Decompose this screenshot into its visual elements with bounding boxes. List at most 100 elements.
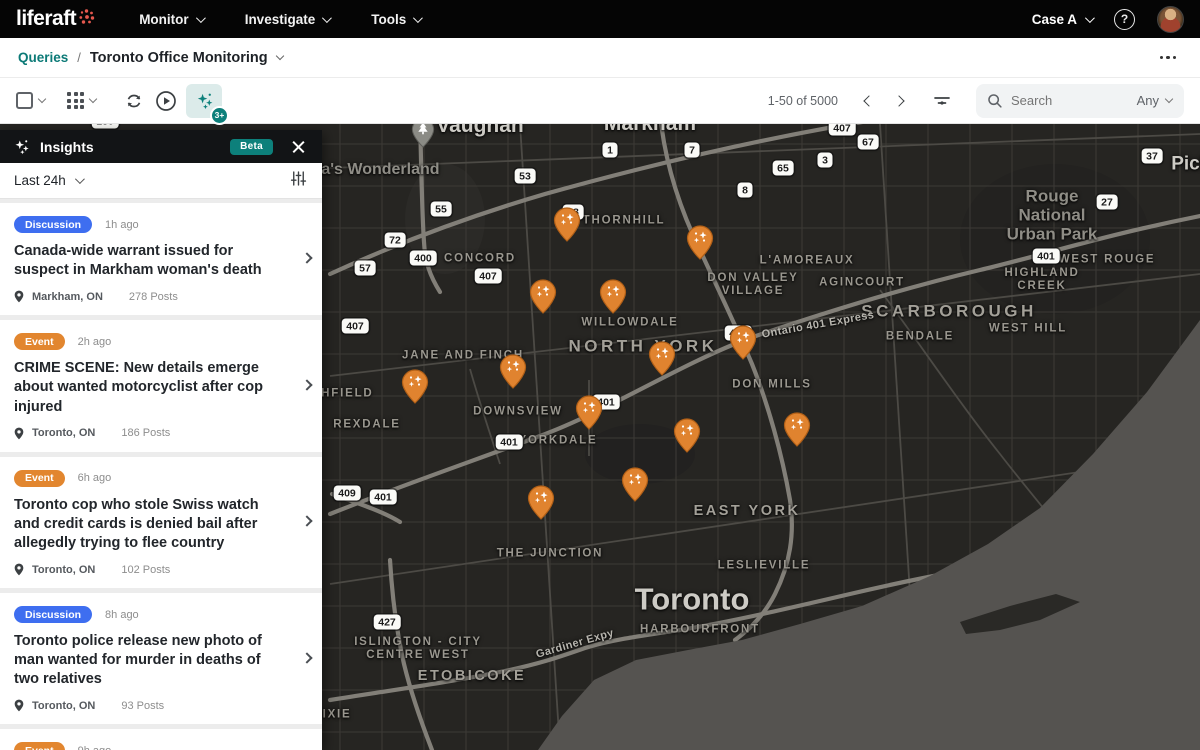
insight-post-count: 93 Posts — [121, 699, 165, 712]
breadcrumb-queries-link[interactable]: Queries — [18, 50, 68, 65]
insights-sparkle-icon — [15, 140, 29, 155]
insights-toggle-button[interactable]: 3+ — [186, 83, 229, 125]
insights-filter-row: Last 24h — [0, 163, 322, 199]
beta-badge: Beta — [230, 138, 273, 155]
select-all-dropdown[interactable] — [16, 92, 47, 109]
search-box[interactable]: Any — [976, 83, 1184, 118]
chevron-down-icon — [1084, 12, 1095, 23]
insights-settings-button[interactable] — [289, 169, 308, 193]
menu-tools[interactable]: Tools — [371, 11, 424, 27]
chevron-right-icon — [301, 515, 313, 527]
insight-map-pin[interactable] — [599, 279, 627, 319]
insight-map-pin[interactable] — [401, 369, 429, 409]
time-range-label: Last 24h — [14, 173, 66, 188]
insight-time: 6h ago — [77, 472, 112, 485]
filter-button[interactable] — [926, 85, 958, 117]
insight-map-pin[interactable] — [499, 354, 527, 394]
insight-title: Toronto cop who stole Swiss watch and cr… — [14, 496, 259, 551]
menu-investigate[interactable]: Investigate — [245, 12, 333, 27]
chevron-right-icon — [301, 252, 313, 264]
chevron-down-icon — [322, 12, 333, 23]
breadcrumb: Queries / Toronto Office Monitoring — [0, 38, 1200, 78]
insight-post-count: 186 Posts — [121, 427, 171, 440]
refresh-button[interactable] — [118, 85, 150, 117]
insight-card[interactable]: Event 6h ago Toronto cop who stole Swiss… — [0, 456, 322, 588]
insight-map-pin[interactable] — [729, 325, 757, 365]
time-range-dropdown[interactable]: Last 24h — [14, 173, 85, 188]
chevron-down-icon — [88, 94, 98, 104]
insights-card-list: Discussion 1h ago Canada-wide warrant is… — [0, 199, 322, 750]
menu-tools-label: Tools — [371, 11, 407, 27]
location-pin-icon — [14, 427, 24, 439]
insight-time: 2h ago — [77, 335, 112, 348]
logo-burst-icon — [79, 9, 95, 24]
insight-post-count: 102 Posts — [121, 563, 171, 576]
next-page-button[interactable] — [886, 88, 912, 114]
play-button[interactable] — [150, 85, 182, 117]
case-selector[interactable]: Case A — [1031, 11, 1095, 27]
more-options-button[interactable] — [1154, 50, 1183, 66]
insight-map-pin[interactable] — [621, 467, 649, 507]
menu-monitor-label: Monitor — [139, 11, 189, 27]
liferaft-logo[interactable]: liferaft — [16, 7, 95, 31]
search-icon — [988, 94, 1002, 108]
case-selector-label: Case A — [1031, 11, 1077, 27]
insight-location: Markham, ON — [32, 290, 103, 303]
insights-panel-title: Insights — [40, 138, 94, 155]
select-all-checkbox[interactable] — [16, 92, 33, 109]
breadcrumb-separator: / — [77, 50, 81, 65]
insights-count-badge: 3+ — [210, 105, 229, 125]
insight-card[interactable]: Discussion 1h ago Canada-wide warrant is… — [0, 203, 322, 316]
insights-sparkle-icon — [197, 93, 212, 110]
layout-dropdown[interactable] — [67, 92, 98, 109]
app-window: VaughanMarkhamTorontoPickeringCanada's W… — [0, 0, 1200, 750]
insight-location: Toronto, ON — [32, 699, 96, 712]
chevron-down-icon — [74, 174, 85, 185]
close-icon[interactable] — [288, 136, 310, 158]
insights-panel: Insights Beta Last 24h Discussion 1h ago… — [0, 130, 322, 750]
insight-location: Toronto, ON — [32, 427, 96, 440]
insight-location: Toronto, ON — [32, 563, 96, 576]
insight-type-badge: Event — [14, 333, 65, 351]
chevron-down-icon[interactable] — [275, 51, 284, 61]
insight-map-pin[interactable] — [529, 279, 557, 319]
location-pin-icon — [14, 563, 24, 576]
sliders-icon — [290, 170, 307, 186]
user-avatar[interactable] — [1157, 5, 1184, 33]
chevron-down-icon — [1164, 94, 1174, 104]
insight-map-pin[interactable] — [648, 341, 676, 381]
insight-time: 8h ago — [105, 608, 139, 621]
chevron-right-icon — [301, 652, 313, 664]
help-button[interactable]: ? — [1114, 8, 1135, 30]
insight-map-pin[interactable] — [527, 485, 555, 525]
filter-icon — [934, 96, 950, 105]
insight-card[interactable]: Event 9h ago Whooping cough cases more t… — [0, 729, 322, 750]
insight-type-badge: Discussion — [14, 606, 93, 623]
top-navbar: liferaft Monitor Investigate Tools Case … — [0, 0, 1200, 38]
insight-type-badge: Discussion — [14, 216, 93, 233]
refresh-icon — [127, 94, 141, 107]
play-icon — [156, 90, 176, 111]
search-input[interactable] — [1011, 93, 1129, 108]
insight-card[interactable]: Discussion 8h ago Toronto police release… — [0, 593, 322, 725]
menu-monitor[interactable]: Monitor — [139, 11, 206, 27]
insight-map-pin[interactable] — [575, 395, 603, 435]
park-map-pin[interactable] — [411, 124, 435, 153]
insight-map-pin[interactable] — [686, 225, 714, 265]
insight-map-pin[interactable] — [553, 207, 581, 247]
question-mark-icon: ? — [1120, 12, 1129, 26]
insight-title: CRIME SCENE: New details emerge about wa… — [14, 360, 263, 415]
chevron-down-icon — [37, 94, 47, 104]
chevron-down-icon — [195, 12, 206, 23]
insight-card[interactable]: Event 2h ago CRIME SCENE: New details em… — [0, 320, 322, 452]
search-scope-dropdown[interactable]: Any — [1137, 93, 1174, 108]
chevron-right-icon — [301, 379, 313, 391]
location-pin-icon — [14, 290, 24, 303]
prev-page-button[interactable] — [856, 88, 882, 114]
insight-map-pin[interactable] — [673, 418, 701, 458]
results-toolbar: 3+ 1-50 of 5000 A — [0, 78, 1200, 125]
logo-text: liferaft — [16, 7, 77, 30]
insight-time: 1h ago — [105, 218, 139, 231]
insight-map-pin[interactable] — [783, 412, 811, 452]
search-scope-label: Any — [1136, 93, 1159, 108]
